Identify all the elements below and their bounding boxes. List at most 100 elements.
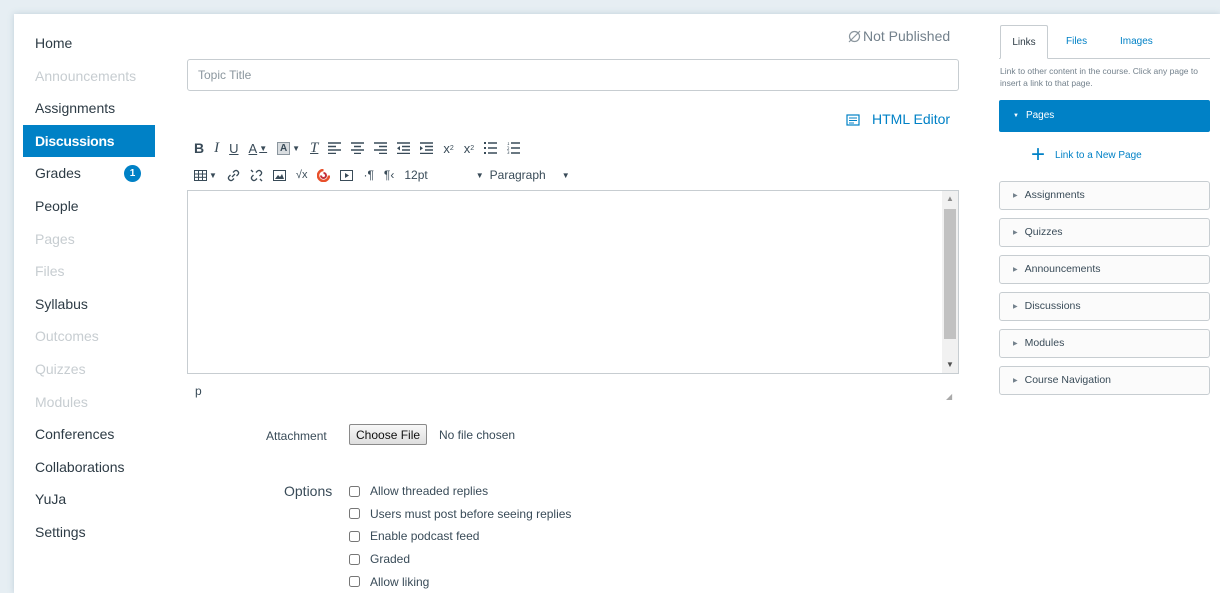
align-center-icon [351,142,365,154]
plus-icon: + [1031,141,1046,168]
option-post-before-seeing[interactable]: Users must post before seeing replies [349,503,571,526]
podcast-feed-checkbox[interactable] [349,530,360,542]
collapsed-triangle-icon: ▶ [1013,304,1018,310]
numbered-list-button[interactable]: 123 [507,138,521,158]
nav-item-settings[interactable]: Settings [23,516,155,549]
table-icon [194,169,207,181]
block-format-select[interactable]: Paragraph [490,168,546,182]
align-left-icon [328,142,342,154]
media-button[interactable] [317,165,331,185]
html-editor-toggle[interactable]: HTML Editor [846,111,950,127]
tab-links[interactable]: Links [1000,25,1048,59]
chevron-down-icon: ▼ [209,170,217,180]
equation-button[interactable]: √x [296,165,308,185]
topic-title-input[interactable] [187,59,959,91]
post-before-seeing-checkbox[interactable] [349,508,360,520]
tab-files[interactable]: Files [1066,25,1087,59]
chevron-down-icon: ▼ [561,170,570,180]
rtl-button[interactable]: ¶‹ [384,165,394,185]
embed-button[interactable] [340,165,354,185]
chevron-down-icon: ▼ [259,143,268,153]
option-allow-liking[interactable]: Allow liking [349,570,571,593]
image-button[interactable] [272,165,286,185]
nav-item-grades[interactable]: Grades 1 [23,157,155,190]
not-published-icon [848,30,861,43]
font-size-select[interactable]: 12pt [404,168,427,182]
bold-button[interactable]: B [194,138,204,158]
nav-item-home[interactable]: Home [23,27,155,60]
html-editor-label: HTML Editor [872,111,951,127]
align-right-button[interactable] [374,138,388,158]
section-label: Assignments [1024,189,1085,201]
scroll-up-icon[interactable]: ▲ [942,191,958,207]
superscript-button[interactable]: x2 [443,138,453,158]
option-label: Graded [370,552,411,567]
expand-triangle-icon: ▼ [1013,113,1019,119]
option-label: Allow threaded replies [370,484,489,499]
align-left-button[interactable] [328,138,342,158]
editor-toolbar-row-1: B I U A ▼ A ▼ T x2 x2 123 [194,138,530,158]
chevron-down-icon: ▼ [292,143,301,153]
nav-item-quizzes[interactable]: Quizzes [23,353,155,386]
nav-item-conferences[interactable]: Conferences [23,418,155,451]
nav-item-collaborations[interactable]: Collaborations [23,451,155,484]
option-podcast-feed[interactable]: Enable podcast feed [349,525,571,548]
italic-button[interactable]: I [214,138,219,158]
option-graded[interactable]: Graded [349,548,571,571]
option-allow-threaded-replies[interactable]: Allow threaded replies [349,480,571,503]
element-path[interactable]: p [195,384,202,398]
text-color-button[interactable]: A ▼ [249,138,268,158]
editor-scrollbar[interactable]: ▲ ▼ [942,191,958,373]
align-center-button[interactable] [351,138,365,158]
sidebar-tabs: Links Files Images [999,25,1210,59]
table-button[interactable]: ▼ [194,165,217,185]
nav-item-grades-label: Grades [35,165,81,182]
nav-item-announcements[interactable]: Announcements [23,60,155,93]
nav-item-outcomes[interactable]: Outcomes [23,320,155,353]
section-quizzes[interactable]: ▶ Quizzes [999,218,1210,247]
sidebar-help-text: Link to other content in the course. Cli… [1000,66,1198,88]
bullet-list-icon [484,142,498,154]
scroll-down-icon[interactable]: ▼ [942,357,958,373]
outdent-button[interactable] [397,138,411,158]
threaded-replies-checkbox[interactable] [349,485,360,497]
nav-item-pages[interactable]: Pages [23,223,155,256]
publish-status-label: Not Published [863,28,951,44]
indent-button[interactable] [420,138,434,158]
scroll-thumb[interactable] [944,209,956,339]
unlink-button[interactable] [250,165,263,185]
clear-formatting-button[interactable]: T [310,138,318,158]
link-button[interactable] [227,165,240,185]
option-label: Users must post before seeing replies [370,506,572,521]
section-modules[interactable]: ▶ Modules [999,329,1210,358]
nav-item-people[interactable]: People [23,190,155,223]
nav-item-yuja[interactable]: YuJa [23,483,155,516]
pages-section-label: Pages [1025,110,1055,121]
nav-item-syllabus[interactable]: Syllabus [23,288,155,321]
allow-liking-checkbox[interactable] [349,576,360,588]
link-to-new-page[interactable]: + Link to a New Page [999,141,1210,168]
editor-toolbar-row-2: ▼ √x ·¶ ¶‹ 12pt ▼ Paragraph ▼ [194,165,570,185]
underline-button[interactable]: U [229,138,238,158]
choose-file-button[interactable]: Choose File [349,424,428,445]
ltr-button[interactable]: ·¶ [363,165,373,185]
resize-handle-icon[interactable]: ◢ [946,392,952,401]
svg-text:3: 3 [507,150,510,154]
pages-section-header[interactable]: ▼ Pages [999,100,1210,132]
nav-item-files[interactable]: Files [23,255,155,288]
link-to-new-page-label: Link to a New Page [1055,149,1142,161]
rich-text-editor[interactable]: ▲ ▼ [187,190,959,374]
section-course-navigation[interactable]: ▶ Course Navigation [999,366,1210,395]
nav-item-assignments[interactable]: Assignments [23,92,155,125]
section-assignments[interactable]: ▶ Assignments [999,181,1210,210]
section-announcements[interactable]: ▶ Announcements [999,255,1210,284]
unlink-icon [250,169,263,181]
graded-checkbox[interactable] [349,553,360,565]
tab-images[interactable]: Images [1120,25,1153,59]
nav-item-discussions[interactable]: Discussions [23,124,155,158]
bullet-list-button[interactable] [484,138,498,158]
subscript-button[interactable]: x2 [464,138,474,158]
section-discussions[interactable]: ▶ Discussions [999,292,1210,321]
background-color-button[interactable]: A ▼ [277,138,300,158]
nav-item-modules[interactable]: Modules [23,386,155,419]
